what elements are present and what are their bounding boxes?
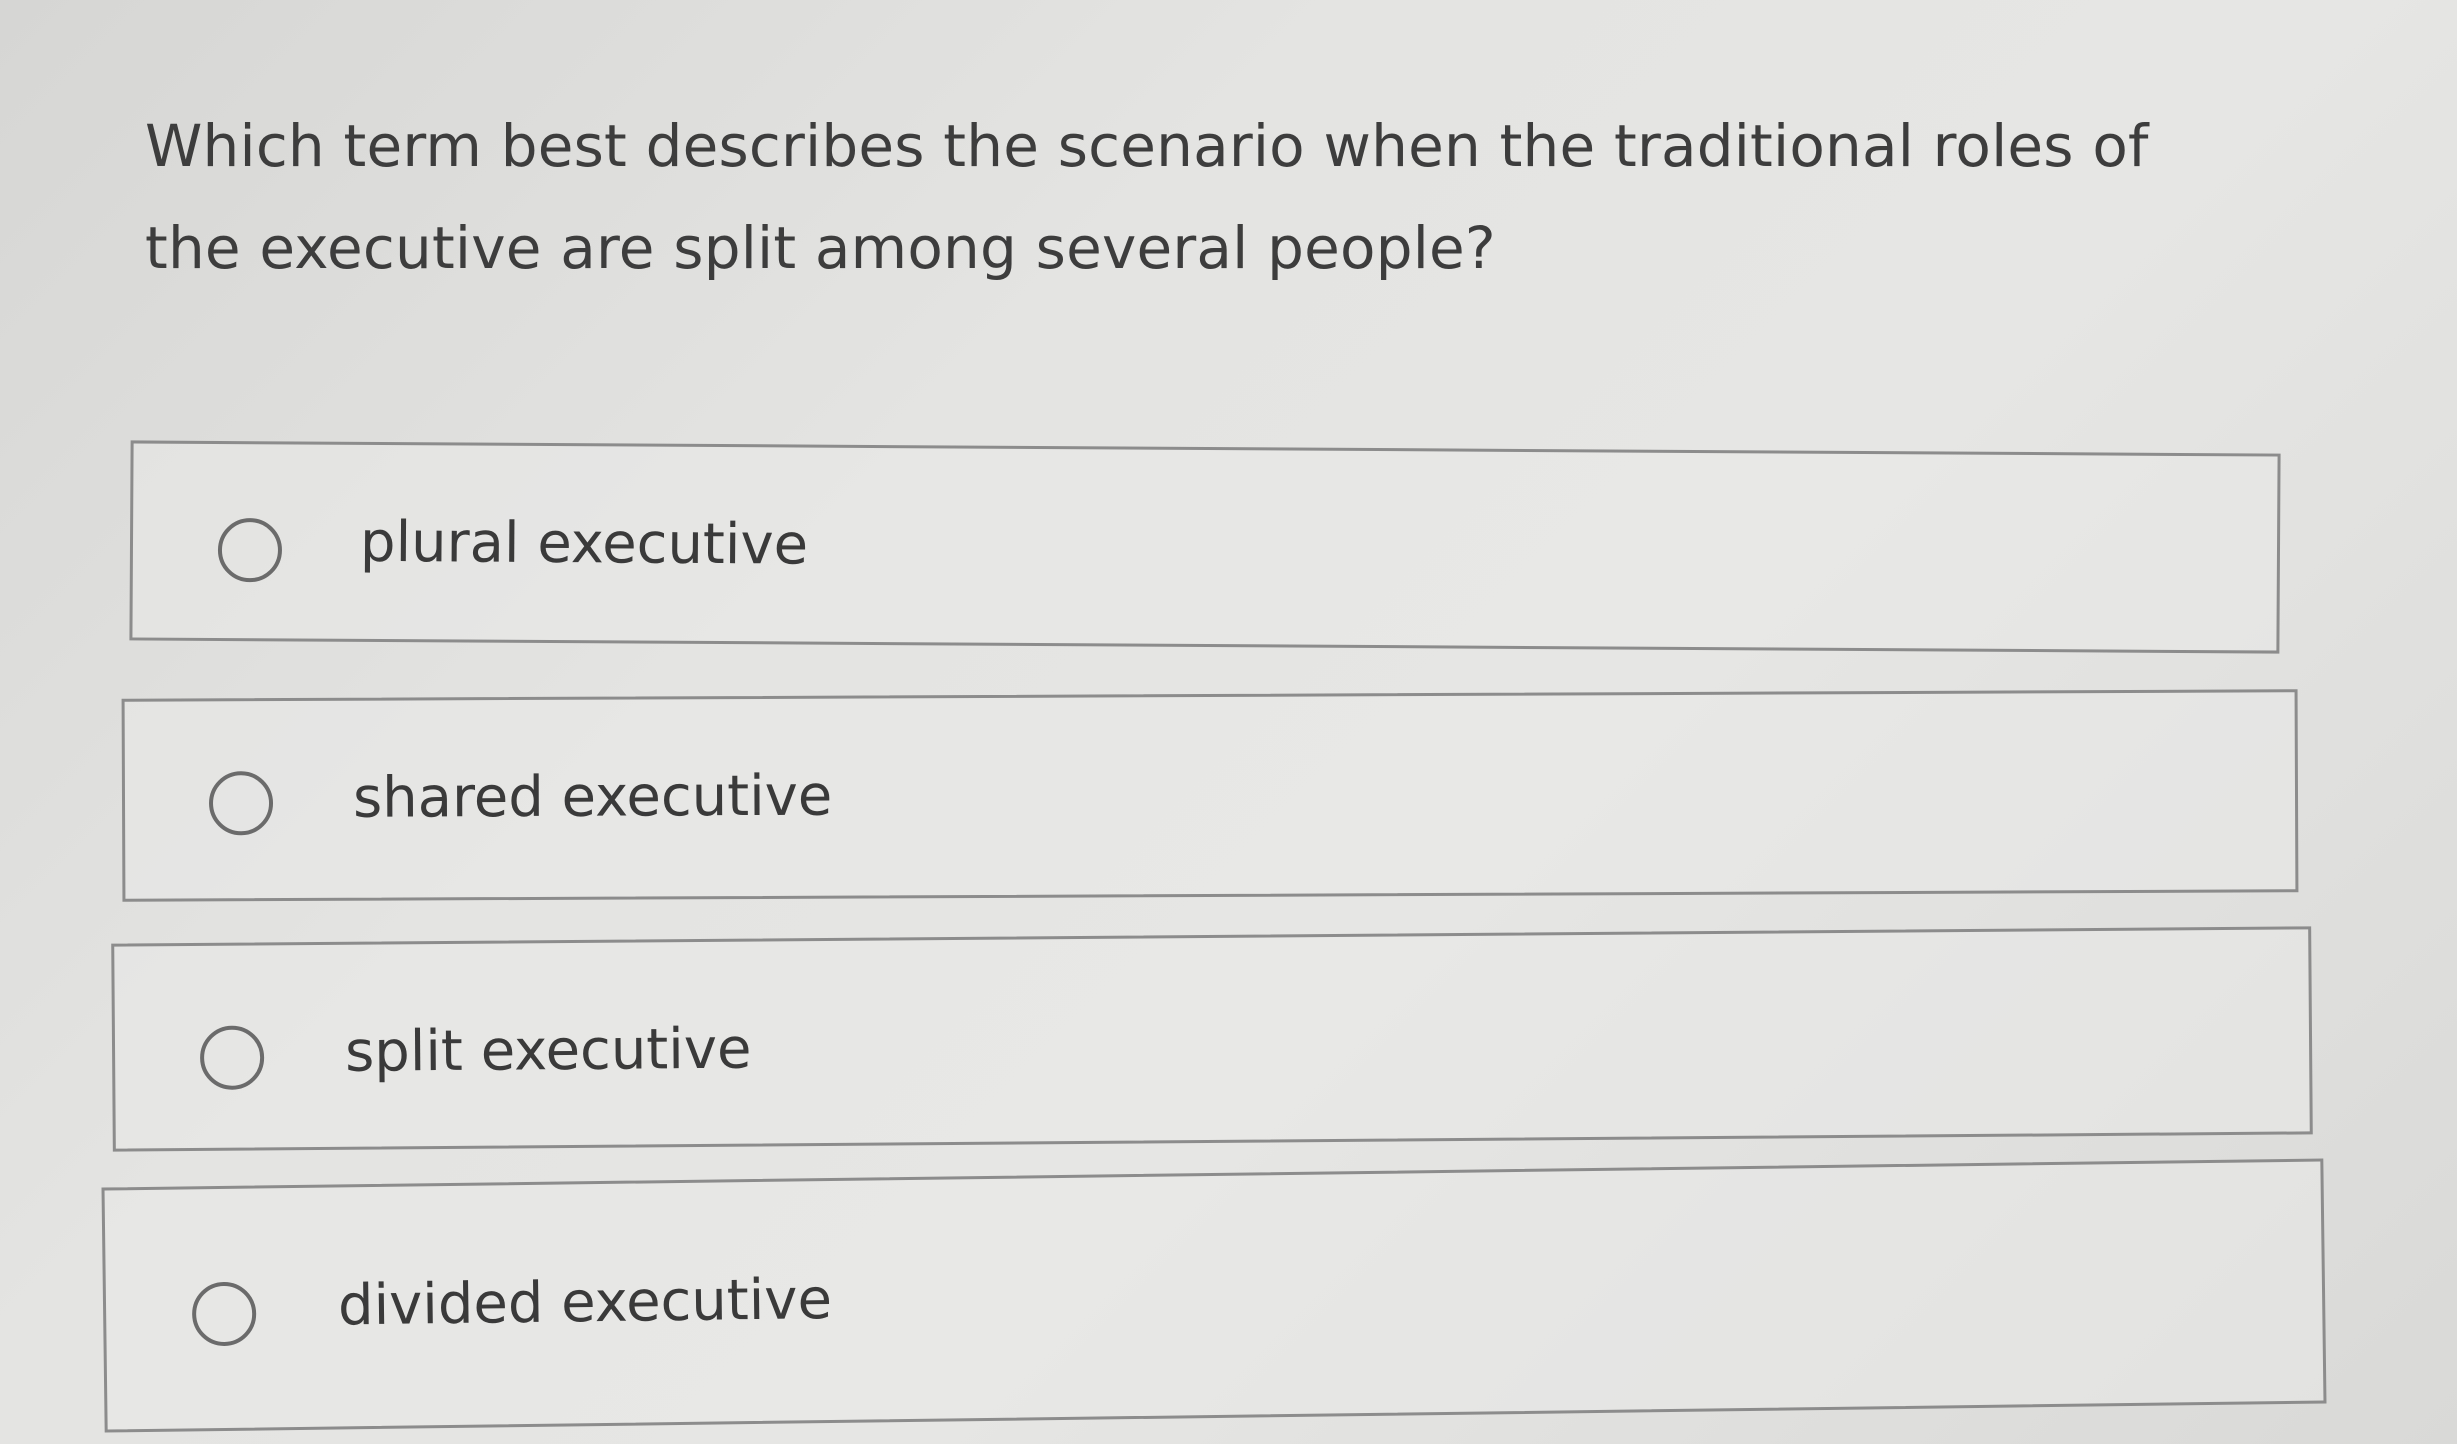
- radio-unselected-icon[interactable]: [208, 771, 274, 836]
- radio-unselected-icon[interactable]: [199, 1025, 265, 1090]
- option-shared-executive[interactable]: shared executive: [121, 689, 2299, 902]
- option-label: plural executive: [359, 509, 809, 578]
- option-label: shared executive: [352, 763, 833, 831]
- option-label: divided executive: [337, 1267, 833, 1339]
- option-label: split executive: [344, 1016, 752, 1085]
- answer-options: plural executive shared executive split …: [0, 0, 2457, 1444]
- option-plural-executive[interactable]: plural executive: [129, 440, 2281, 654]
- option-divided-executive[interactable]: divided executive: [101, 1158, 2327, 1433]
- radio-unselected-icon[interactable]: [191, 1281, 257, 1347]
- option-split-executive[interactable]: split executive: [111, 926, 2313, 1152]
- radio-unselected-icon[interactable]: [217, 517, 283, 583]
